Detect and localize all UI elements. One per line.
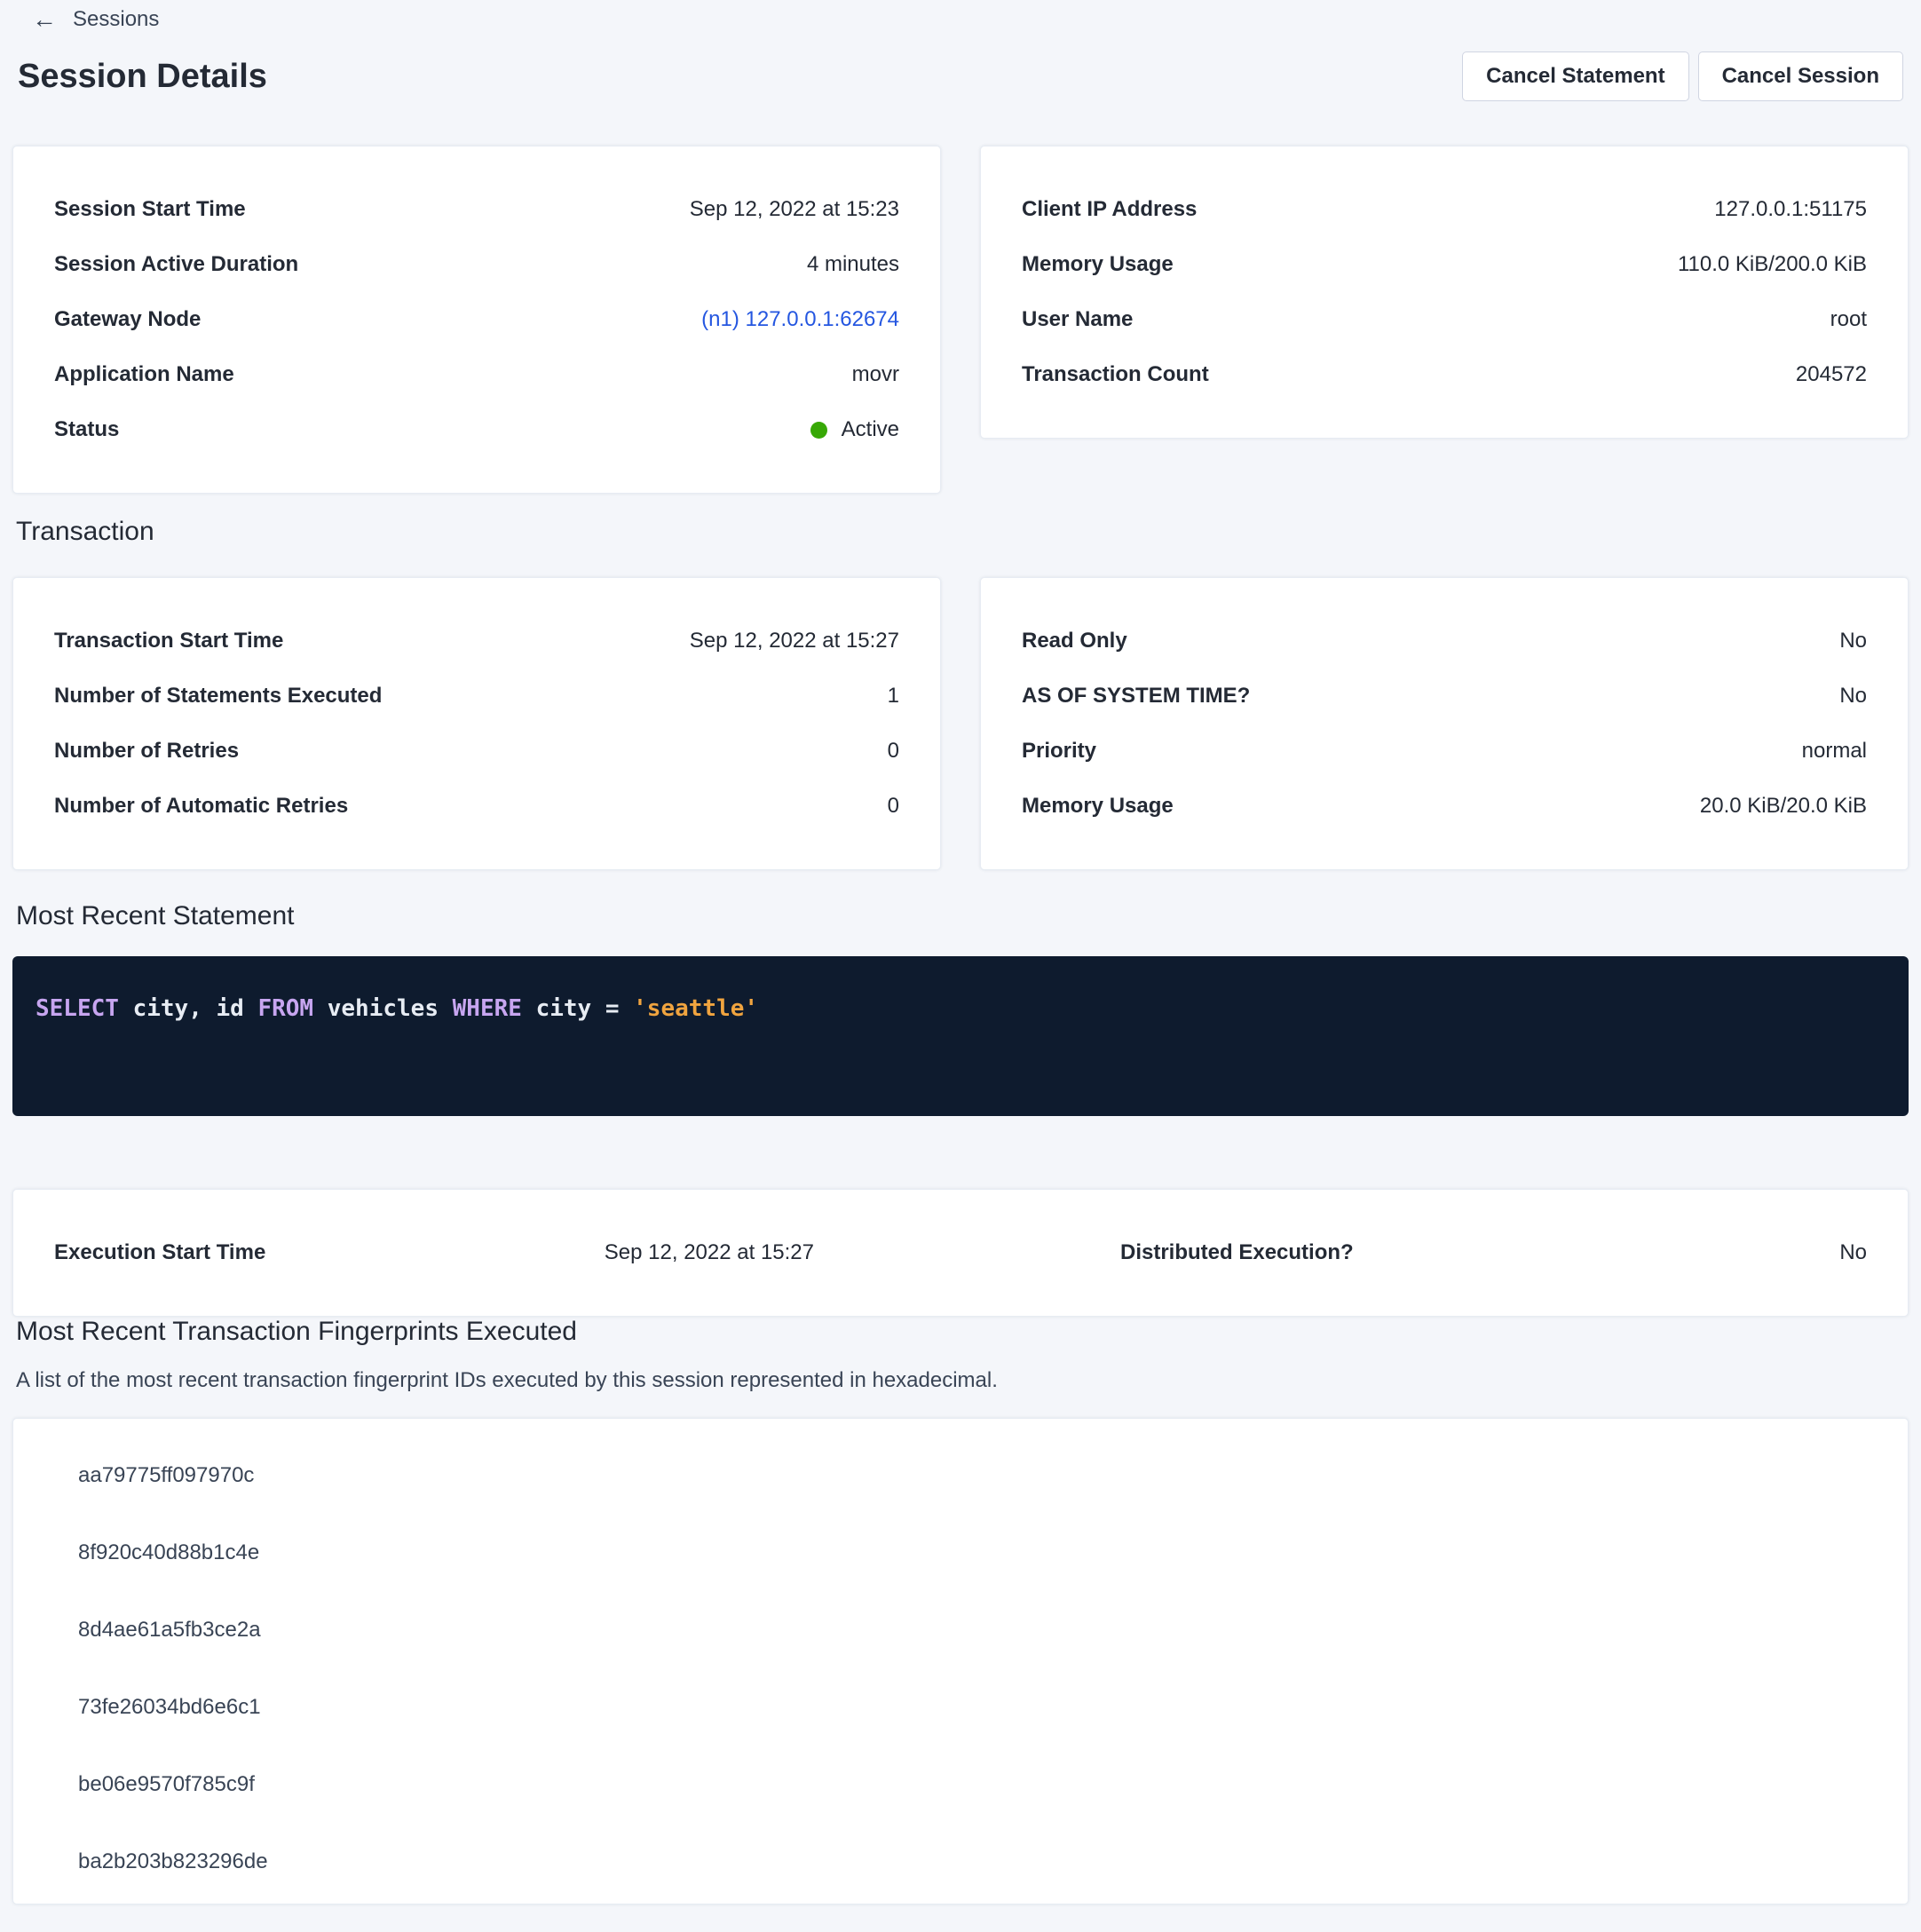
fingerprint-item: aa79775ff097970c bbox=[13, 1437, 1908, 1514]
priority-row: Priority normal bbox=[1022, 724, 1867, 779]
transaction-cards: Transaction Start Time Sep 12, 2022 at 15… bbox=[12, 577, 1909, 870]
distributed-execution-cell: Distributed Execution? No bbox=[960, 1225, 1867, 1280]
transaction-card-right: Read Only No AS OF SYSTEM TIME? No Priority n… bbox=[980, 577, 1909, 870]
memory-usage-session-row: Memory Usage 110.0 KiB/200.0 KiB bbox=[1022, 237, 1867, 292]
cancel-session-button[interactable]: Cancel Session bbox=[1698, 51, 1903, 101]
sql-statement-box: SELECT city, id FROM vehicles WHERE city… bbox=[12, 956, 1909, 1116]
gateway-node-row: Gateway Node (n1) 127.0.0.1:62674 bbox=[54, 292, 899, 347]
sql-token-keyword: FROM bbox=[257, 995, 313, 1022]
execution-card: Execution Start Time Sep 12, 2022 at 15:2… bbox=[12, 1189, 1909, 1317]
cancel-statement-button[interactable]: Cancel Statement bbox=[1462, 51, 1688, 101]
number-of-retries-value: 0 bbox=[888, 739, 899, 764]
statements-executed-label: Number of Statements Executed bbox=[54, 684, 382, 709]
back-to-sessions-link[interactable]: ← Sessions bbox=[32, 0, 159, 32]
read-only-value: No bbox=[1839, 629, 1867, 653]
fingerprints-description: A list of the most recent transaction fi… bbox=[16, 1368, 1909, 1393]
statement-section-title: Most Recent Statement bbox=[16, 901, 1909, 931]
user-name-label: User Name bbox=[1022, 307, 1133, 332]
statements-executed-value: 1 bbox=[888, 684, 899, 709]
automatic-retries-value: 0 bbox=[888, 794, 899, 819]
client-ip-address-row: Client IP Address 127.0.0.1:51175 bbox=[1022, 182, 1867, 237]
read-only-row: Read Only No bbox=[1022, 614, 1867, 669]
fingerprints-section-title: Most Recent Transaction Fingerprints Exe… bbox=[16, 1317, 1909, 1347]
memory-usage-transaction-label: Memory Usage bbox=[1022, 794, 1174, 819]
fingerprints-card: aa79775ff097970c8f920c40d88b1c4e8d4ae61a… bbox=[12, 1418, 1909, 1904]
session-active-duration-row: Session Active Duration 4 minutes bbox=[54, 237, 899, 292]
automatic-retries-label: Number of Automatic Retries bbox=[54, 794, 348, 819]
transaction-section-title: Transaction bbox=[16, 517, 1909, 547]
page-title: Session Details bbox=[18, 58, 267, 96]
sql-token-keyword: SELECT bbox=[36, 995, 119, 1022]
session-start-time-row: Session Start Time Sep 12, 2022 at 15:23 bbox=[54, 182, 899, 237]
user-name-row: User Name root bbox=[1022, 292, 1867, 347]
session-status-text: Active bbox=[842, 417, 899, 442]
client-ip-address-label: Client IP Address bbox=[1022, 197, 1197, 222]
user-name-value: root bbox=[1830, 307, 1867, 332]
session-status-label: Status bbox=[54, 417, 119, 442]
statements-executed-row: Number of Statements Executed 1 bbox=[54, 669, 899, 724]
transaction-start-time-label: Transaction Start Time bbox=[54, 629, 283, 653]
execution-start-time-row: Execution Start Time Sep 12, 2022 at 15:2… bbox=[54, 1225, 814, 1280]
number-of-retries-label: Number of Retries bbox=[54, 739, 239, 764]
session-status-row: Status Active bbox=[54, 402, 899, 457]
sql-token-keyword: WHERE bbox=[453, 995, 522, 1022]
memory-usage-session-label: Memory Usage bbox=[1022, 252, 1174, 277]
automatic-retries-row: Number of Automatic Retries 0 bbox=[54, 779, 899, 834]
session-start-time-value: Sep 12, 2022 at 15:23 bbox=[690, 197, 899, 222]
priority-value: normal bbox=[1802, 739, 1867, 764]
session-info-card-left: Session Start TimeSep 12, 2022 at 15:23S… bbox=[12, 146, 941, 494]
transaction-count-label: Transaction Count bbox=[1022, 362, 1209, 387]
application-name-label: Application Name bbox=[54, 362, 234, 387]
read-only-label: Read Only bbox=[1022, 629, 1127, 653]
back-arrow-icon: ← bbox=[32, 7, 57, 32]
transaction-count-value: 204572 bbox=[1796, 362, 1867, 387]
as-of-system-time-value: No bbox=[1839, 684, 1867, 709]
gateway-node-value[interactable]: (n1) 127.0.0.1:62674 bbox=[701, 307, 899, 332]
application-name-row: Application Name movr bbox=[54, 347, 899, 402]
session-details-page: ← Sessions Session Details Cancel Statem… bbox=[0, 0, 1921, 1904]
memory-usage-transaction-value: 20.0 KiB/20.0 KiB bbox=[1700, 794, 1867, 819]
as-of-system-time-row: AS OF SYSTEM TIME? No bbox=[1022, 669, 1867, 724]
transaction-count-row: Transaction Count 204572 bbox=[1022, 347, 1867, 402]
transaction-start-time-row: Transaction Start Time Sep 12, 2022 at 15… bbox=[54, 614, 899, 669]
session-cards: Session Start TimeSep 12, 2022 at 15:23S… bbox=[12, 146, 1909, 494]
status-active-dot-icon bbox=[810, 422, 827, 439]
fingerprint-item: ba2b203b823296de bbox=[13, 1823, 1908, 1900]
client-ip-address-value: 127.0.0.1:51175 bbox=[1714, 197, 1867, 222]
memory-usage-transaction-row: Memory Usage 20.0 KiB/20.0 KiB bbox=[1022, 779, 1867, 834]
session-active-duration-label: Session Active Duration bbox=[54, 252, 298, 277]
gateway-node-label: Gateway Node bbox=[54, 307, 201, 332]
session-active-duration-value: 4 minutes bbox=[807, 252, 899, 277]
transaction-card-left: Transaction Start Time Sep 12, 2022 at 15… bbox=[12, 577, 941, 870]
sql-token-plain: vehicles bbox=[313, 995, 453, 1022]
session-start-time-label: Session Start Time bbox=[54, 197, 246, 222]
distributed-execution-label: Distributed Execution? bbox=[1120, 1240, 1354, 1265]
fingerprint-item: 73fe26034bd6e6c1 bbox=[13, 1668, 1908, 1746]
fingerprint-item: be06e9570f785c9f bbox=[13, 1746, 1908, 1823]
execution-start-time-value: Sep 12, 2022 at 15:27 bbox=[605, 1240, 814, 1265]
sql-token-plain: city, id bbox=[119, 995, 258, 1022]
execution-start-time-cell: Execution Start Time Sep 12, 2022 at 15:2… bbox=[54, 1225, 960, 1280]
as-of-system-time-label: AS OF SYSTEM TIME? bbox=[1022, 684, 1250, 709]
session-status-value: Active bbox=[810, 417, 899, 442]
title-row: Session Details Cancel Statement Cancel … bbox=[12, 51, 1909, 101]
transaction-start-time-value: Sep 12, 2022 at 15:27 bbox=[690, 629, 899, 653]
header-actions: Cancel Statement Cancel Session bbox=[1462, 51, 1903, 101]
fingerprint-item: 8d4ae61a5fb3ce2a bbox=[13, 1591, 1908, 1668]
breadcrumb-label: Sessions bbox=[73, 7, 159, 32]
memory-usage-session-value: 110.0 KiB/200.0 KiB bbox=[1678, 252, 1867, 277]
number-of-retries-row: Number of Retries 0 bbox=[54, 724, 899, 779]
sql-token-string: 'seattle' bbox=[633, 995, 758, 1022]
application-name-value: movr bbox=[852, 362, 899, 387]
execution-start-time-label: Execution Start Time bbox=[54, 1240, 265, 1265]
session-info-card-right: Client IP Address 127.0.0.1:51175 Memory U… bbox=[980, 146, 1909, 439]
fingerprint-item: 8f920c40d88b1c4e bbox=[13, 1514, 1908, 1591]
distributed-execution-value: No bbox=[1839, 1240, 1867, 1265]
distributed-execution-row: Distributed Execution? No bbox=[1120, 1225, 1867, 1280]
priority-label: Priority bbox=[1022, 739, 1096, 764]
sql-token-plain: city = bbox=[522, 995, 633, 1022]
